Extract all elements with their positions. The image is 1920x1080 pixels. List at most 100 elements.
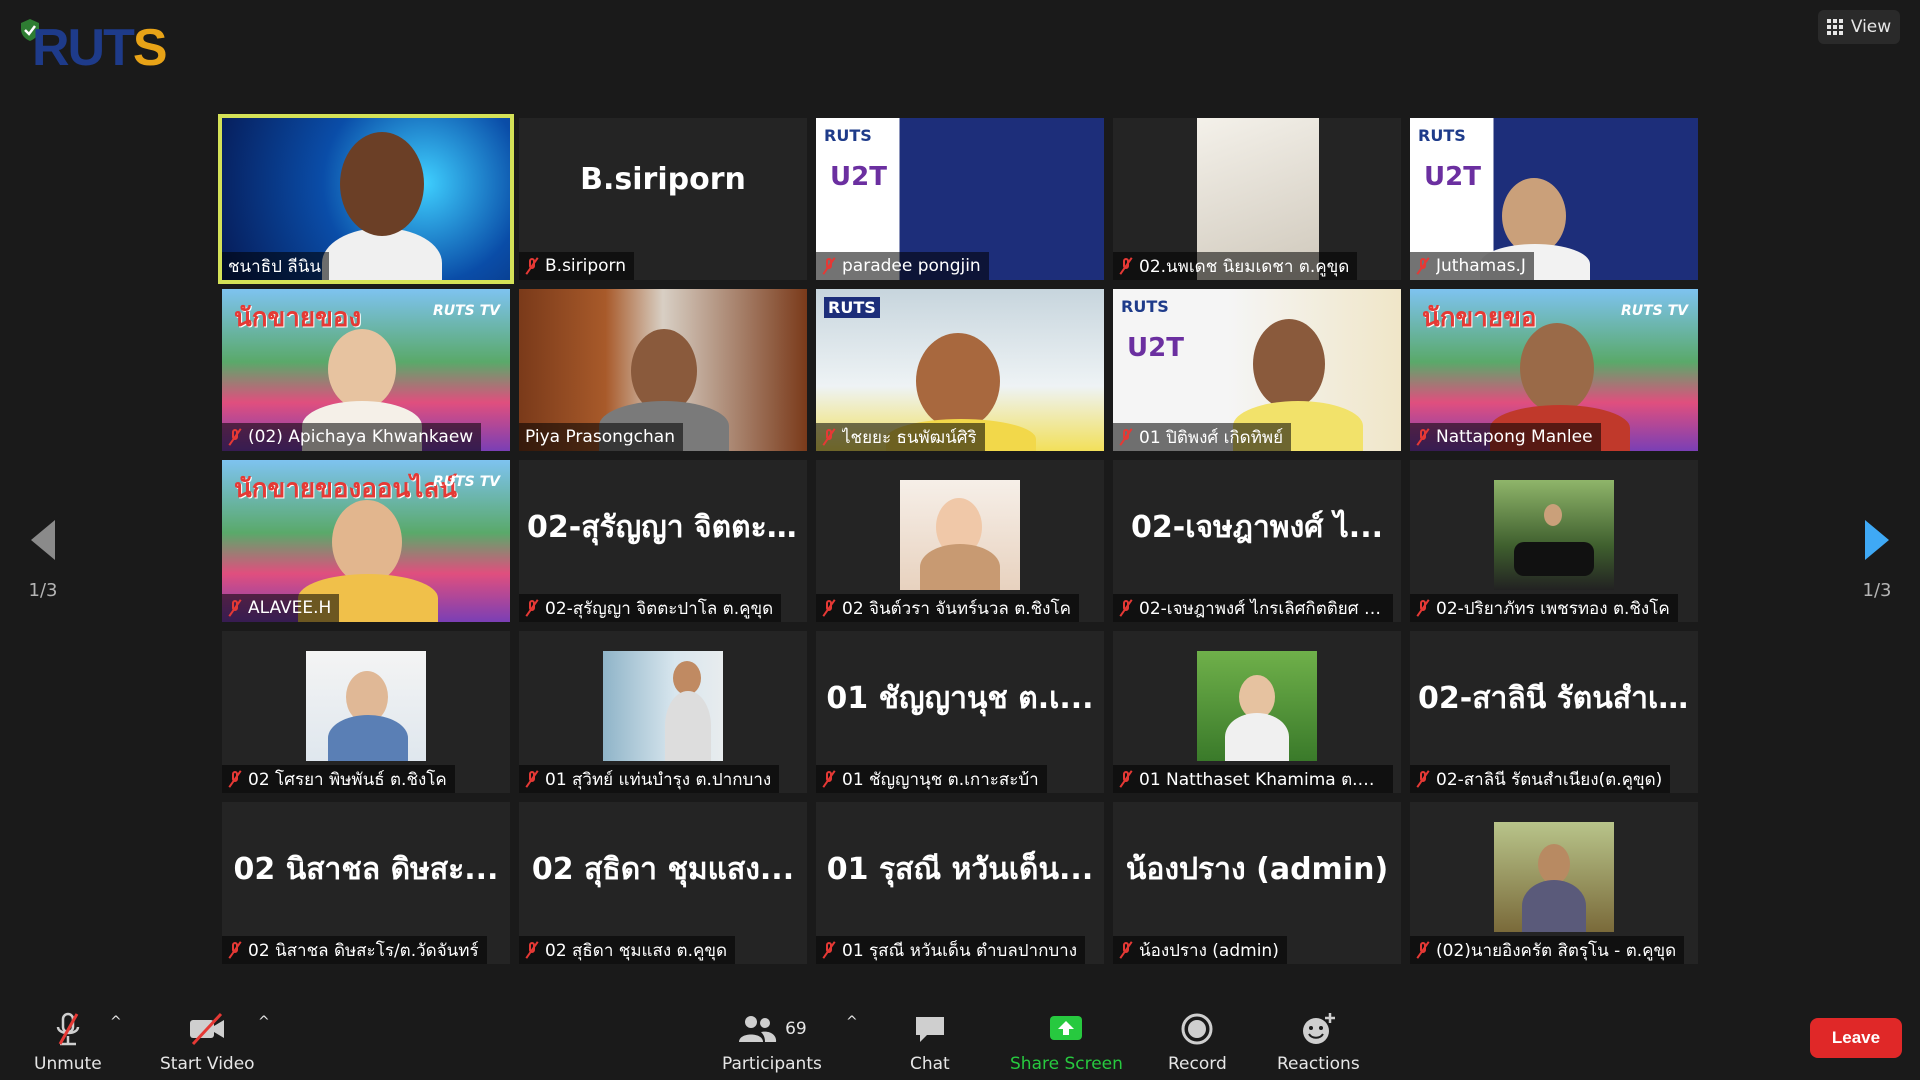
muted-mic-icon [1119,428,1133,446]
reactions-button[interactable]: Reactions [1277,1012,1360,1074]
chat-button[interactable]: Chat [910,1012,950,1074]
muted-mic-icon [525,770,539,788]
participant-tile[interactable]: 02-สาลินี รัตนสำเ... 02-สาลินี รัตนสำเนี… [1410,631,1698,793]
video-options-caret-icon[interactable]: ^ [258,1014,270,1030]
participant-tile[interactable]: 02.นพเดช นิยมเดชา ต.คูขุด [1113,118,1401,280]
participant-name-label: น้องปราง (admin) [1113,936,1287,964]
muted-microphone-icon [56,1012,80,1046]
reactions-label: Reactions [1277,1054,1360,1074]
video-off-icon [190,1012,225,1046]
participant-tile[interactable]: นักขายของ RUTS TV (02) Apichaya Khwankae… [222,289,510,451]
muted-mic-icon [1416,599,1430,617]
profile-photo [1197,651,1317,761]
record-button[interactable]: Record [1168,1012,1227,1074]
start-video-button[interactable]: Start Video [160,1012,255,1074]
participant-tile[interactable]: 02 นิสาชล ดิษสะ... 02 นิสาชล ดิษสะโร/ต.ว… [222,802,510,964]
muted-mic-icon [822,941,836,959]
meeting-toolbar: Unmute ^ Start Video ^ 69 Participants ^ [0,988,1920,1080]
page-indicator-right: 1/3 [1862,580,1892,601]
participant-tile[interactable]: RUTS U2T Juthamas.J [1410,118,1698,280]
profile-photo [603,651,723,761]
chat-label: Chat [910,1054,950,1074]
participant-name-label: paradee pongjin [816,252,989,280]
participant-name-label: B.siriporn [519,252,635,280]
view-button[interactable]: View [1818,10,1900,44]
participant-tile[interactable]: 02 จินต์วรา จันทร์นวล ต.ชิงโค [816,460,1104,622]
participant-tile[interactable]: 02-ปริยาภัทร เพชรทอง ต.ชิงโค [1410,460,1698,622]
participants-button[interactable]: 69 Participants [722,1012,822,1074]
participant-tile[interactable]: นักขายขอ RUTS TV Nattapong Manlee [1410,289,1698,451]
participant-name-label: 01 Natthaset Khamima ต.ปา... [1113,765,1393,793]
muted-mic-icon [1119,770,1133,788]
muted-mic-icon [525,257,539,275]
participant-tile[interactable]: 02-เจษฎาพงศ์ ไ... 02-เจษฎาพงศ์ ไกรเลิศกิ… [1113,460,1401,622]
participant-name-label: ALAVEE.H [222,594,340,622]
participant-name-label: Piya Prasongchan [519,423,683,451]
video-gallery: ชนาธิป ลีนิน B.siriporn B.siriporn RUTS … [218,114,1698,964]
participant-name-label: (02) Apichaya Khwankaew [222,423,482,451]
start-video-label: Start Video [160,1054,255,1074]
participant-display-name: B.siriporn [580,162,746,197]
participant-tile[interactable]: 02 โศรยา พิษพันธ์ ต.ชิงโค [222,631,510,793]
participant-display-name: 02-สุรัญญา จิตตะ... [527,510,801,545]
audio-options-caret-icon[interactable]: ^ [110,1014,122,1030]
participant-tile[interactable]: Piya Prasongchan [519,289,807,451]
participant-tile[interactable]: 01 Natthaset Khamima ต.ปา... [1113,631,1401,793]
arrow-right-icon [1865,520,1889,560]
record-label: Record [1168,1054,1227,1074]
share-screen-label: Share Screen [1010,1054,1123,1074]
participant-tile[interactable]: นักขายของออนไลน์ RUTS TV ALAVEE.H [222,460,510,622]
participant-tile[interactable]: (02)นายอิงครัต สิตรุโน - ต.คูขุด [1410,802,1698,964]
leave-button[interactable]: Leave [1810,1018,1902,1058]
participant-tile[interactable]: น้องปราง (admin) น้องปราง (admin) [1113,802,1401,964]
muted-mic-icon [228,599,242,617]
muted-mic-icon [228,941,242,959]
participant-name-label: 02.นพเดช นิยมเดชา ต.คูขุด [1113,252,1358,280]
participant-name-label: 01 ปิติพงศ์ เกิดทิพย์ [1113,423,1292,451]
participant-tile[interactable]: RUTS ไชยยะ ธนพัฒน์ศิริ [816,289,1104,451]
participant-name-label: 02-สาลินี รัตนสำเนียง(ต.คูขุด) [1410,765,1671,793]
participant-name-label: 02-เจษฎาพงศ์ ไกรเลิศกิตติยศ ช... [1113,594,1393,622]
muted-mic-icon [1119,599,1133,617]
view-label: View [1850,17,1892,37]
muted-mic-icon [822,599,836,617]
participant-tile[interactable]: 02 สุธิดา ชุมแสง... 02 สุธิดา ชุมแสง ต.ค… [519,802,807,964]
participant-tile[interactable]: 01 สุวิทย์ แท่นบำรุง ต.ปากบาง [519,631,807,793]
profile-photo [306,651,426,761]
participant-name-label: ชนาธิป ลีนิน [222,252,329,280]
participant-tile[interactable]: RUTS U2T 01 ปิติพงศ์ เกิดทิพย์ [1113,289,1401,451]
participant-tile[interactable]: 02-สุรัญญา จิตตะ... 02-สุรัญญา จิตตะปาโล… [519,460,807,622]
muted-mic-icon [525,941,539,959]
muted-mic-icon [1416,941,1430,959]
profile-photo [1494,822,1614,932]
share-screen-button[interactable]: Share Screen [1010,1012,1123,1074]
unmute-button[interactable]: Unmute [34,1012,102,1074]
participant-name-label: 01 สุวิทย์ แท่นบำรุง ต.ปากบาง [519,765,780,793]
muted-mic-icon [822,770,836,788]
participants-options-caret-icon[interactable]: ^ [846,1014,858,1030]
muted-mic-icon [1119,257,1133,275]
muted-mic-icon [228,428,242,446]
participant-name-label: (02)นายอิงครัต สิตรุโน - ต.คูขุด [1410,936,1685,964]
participant-tile[interactable]: RUTS U2T paradee pongjin [816,118,1104,280]
profile-photo [1494,480,1614,590]
participant-tile[interactable]: 01 ชัญญานุช ต.เ... 01 ชัญญานุช ต.เกาะสะบ… [816,631,1104,793]
muted-mic-icon [1416,257,1430,275]
muted-mic-icon [525,599,539,617]
ruts-logo: RUTS [32,19,168,77]
muted-mic-icon [1119,941,1133,959]
participant-tile[interactable]: 01 รุสณี หวันเด็น... 01 รุสณี หวันเด็น ต… [816,802,1104,964]
participant-name-label: Juthamas.J [1410,252,1534,280]
previous-page-button[interactable]: 1/3 [8,480,78,601]
participant-name-label: 01 รุสณี หวันเด็น ตำบลปากบาง [816,936,1086,964]
reactions-icon [1303,1013,1336,1044]
participant-name-label: Nattapong Manlee [1410,423,1601,451]
participant-name-label: 02 นิสาชล ดิษสะโร/ต.วัดจันทร์ [222,936,487,964]
participant-display-name: น้องปราง (admin) [1125,852,1389,887]
share-screen-icon [1050,1016,1083,1040]
next-page-button[interactable]: 1/3 [1842,480,1912,601]
record-icon [1181,1013,1213,1045]
arrow-left-icon [31,520,55,560]
participant-tile[interactable]: B.siriporn B.siriporn [519,118,807,280]
participant-tile[interactable]: ชนาธิป ลีนิน [218,114,514,284]
